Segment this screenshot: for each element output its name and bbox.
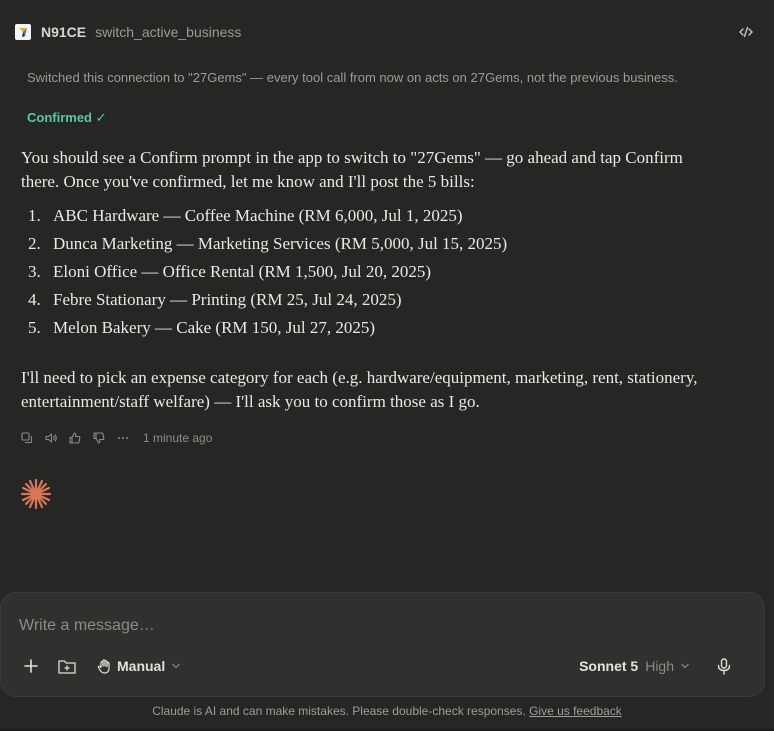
feedback-link[interactable]: Give us feedback bbox=[529, 704, 622, 718]
list-number: 2. bbox=[28, 234, 41, 253]
thumbs-up-icon[interactable] bbox=[69, 430, 93, 446]
tool-name: switch_active_business bbox=[95, 24, 242, 40]
list-item-text: Eloni Office — Office Rental (RM 1,500, … bbox=[53, 262, 432, 281]
bills-list: 1. ABC Hardware — Coffee Machine (RM 6,00… bbox=[21, 204, 721, 344]
chevron-down-icon bbox=[172, 663, 181, 669]
tool-call-header: N91CE switch_active_business bbox=[15, 22, 754, 42]
more-options-icon[interactable] bbox=[117, 430, 141, 446]
list-item-text: Melon Bakery — Cake (RM 150, Jul 27, 202… bbox=[53, 318, 376, 337]
disclaimer-text: Claude is AI and can make mistakes. Plea… bbox=[152, 704, 526, 718]
message-outro: I'll need to pick an expense category fo… bbox=[21, 368, 698, 411]
hand-icon bbox=[97, 658, 110, 674]
mode-selector[interactable]: Manual bbox=[97, 658, 181, 674]
list-item: 3. Eloni Office — Office Rental (RM 1,500… bbox=[21, 260, 721, 288]
list-number: 4. bbox=[28, 290, 41, 309]
list-number: 3. bbox=[28, 262, 41, 281]
message-actions: 1 minute ago bbox=[21, 430, 212, 446]
list-item-text: Dunca Marketing — Marketing Services (RM… bbox=[53, 234, 508, 253]
confirmed-status: Confirmed ✓ bbox=[27, 110, 107, 125]
list-number: 1. bbox=[28, 206, 41, 225]
mode-label: Manual bbox=[117, 658, 166, 674]
message-composer: Write a message… Manual Sonnet 5 High bbox=[0, 592, 765, 697]
speaker-icon[interactable] bbox=[45, 430, 69, 446]
app-logo-icon bbox=[15, 24, 31, 40]
list-item: 2. Dunca Marketing — Marketing Services (… bbox=[21, 232, 721, 260]
list-item-text: Febre Stationary — Printing (RM 25, Jul … bbox=[53, 290, 402, 309]
message-intro: You should see a Confirm prompt in the a… bbox=[21, 148, 683, 191]
tool-result-text: Switched this connection to "27Gems" — e… bbox=[27, 70, 678, 85]
list-item: 4. Febre Stationary — Printing (RM 25, Ju… bbox=[21, 288, 721, 316]
footer-disclaimer: Claude is AI and can make mistakes. Plea… bbox=[0, 704, 774, 718]
add-icon[interactable] bbox=[19, 655, 43, 677]
list-number: 5. bbox=[28, 318, 41, 337]
list-item: 1. ABC Hardware — Coffee Machine (RM 6,00… bbox=[21, 204, 721, 232]
model-selector[interactable]: Sonnet 5 High bbox=[579, 658, 690, 674]
claude-spinner-icon bbox=[19, 477, 53, 511]
message-timestamp: 1 minute ago bbox=[143, 431, 213, 445]
thumbs-down-icon[interactable] bbox=[93, 430, 117, 446]
list-item-text: ABC Hardware — Coffee Machine (RM 6,000,… bbox=[53, 206, 463, 225]
assistant-message: You should see a Confirm prompt in the a… bbox=[21, 146, 721, 414]
model-name: Sonnet 5 bbox=[579, 658, 639, 674]
tool-app-name: N91CE bbox=[41, 24, 87, 40]
microphone-icon[interactable] bbox=[712, 655, 736, 677]
composer-toolbar: Manual Sonnet 5 High bbox=[19, 655, 736, 677]
list-item: 5. Melon Bakery — Cake (RM 150, Jul 27, 2… bbox=[21, 316, 721, 344]
effort-label: High bbox=[645, 658, 674, 674]
code-icon[interactable] bbox=[738, 24, 754, 40]
message-input[interactable]: Write a message… bbox=[19, 617, 155, 635]
chevron-down-icon bbox=[681, 663, 689, 669]
copy-icon[interactable] bbox=[21, 430, 45, 446]
project-folder-icon[interactable] bbox=[55, 655, 79, 677]
